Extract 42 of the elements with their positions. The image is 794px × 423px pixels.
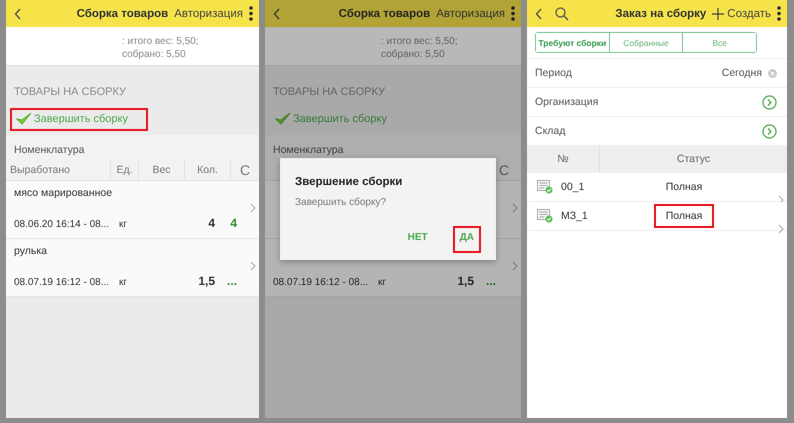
column-header: С: [498, 162, 510, 178]
period-text: 08.07.19 16:12 - 08...: [13, 277, 110, 288]
screen-title: Сборка товаров: [76, 8, 168, 20]
column-header: №: [557, 153, 569, 165]
quantity-text: 4: [207, 216, 215, 230]
summary-text: : итого вес: 5,50;: [122, 35, 200, 48]
summary-text: собрано: 5,50: [122, 48, 187, 61]
summary-text: : итого вес: 5,50;: [381, 35, 458, 48]
dialog-message: Завершить сборку?: [295, 197, 388, 208]
summary-text: собрано: 5,50: [381, 48, 446, 61]
filter-label: Организация: [535, 96, 598, 108]
order-status: Полная: [664, 180, 704, 195]
section-title: ТОВАРЫ НА СБОРКУ: [272, 85, 386, 100]
column-header: Номенклатура: [265, 135, 521, 159]
order-status: Полная: [654, 204, 714, 228]
quantity-text: 1,5: [197, 274, 215, 288]
column-header: Кол.: [197, 164, 218, 176]
column-header: Ед.: [116, 164, 133, 176]
product-name: рулька: [13, 245, 48, 257]
order-number: МЗ_1: [560, 210, 589, 222]
unit-text: кг: [378, 277, 388, 288]
collected-text: ...: [226, 274, 237, 288]
section-title: ТОВАРЫ НА СБОРКУ: [13, 85, 128, 100]
product-name: мясо марированное: [13, 187, 114, 199]
quantity-text: 1,5: [456, 274, 474, 288]
collected-text: 4: [229, 216, 237, 230]
unit-text: кг: [119, 277, 128, 288]
order-number: 00_1: [560, 181, 586, 193]
period-text: 08.07.19 16:12 - 08...: [272, 277, 370, 288]
period-text: 08.06.20 16:14 - 08...: [13, 219, 110, 230]
filter-label: Склад: [535, 125, 566, 137]
column-header: Номенклатура: [6, 135, 259, 159]
column-header: Статус: [676, 153, 710, 165]
column-header: С: [240, 162, 250, 178]
dialog-title: Звершение сборки: [295, 176, 404, 188]
collected-text: ...: [484, 274, 496, 288]
unit-text: кг: [119, 219, 128, 230]
column-header: Выработано: [10, 164, 70, 176]
screen-title: Заказ на сборку: [615, 8, 706, 20]
screen-title: Сборка товаров: [338, 8, 430, 20]
column-header: Вес: [152, 164, 171, 176]
filter-label: Период: [535, 67, 572, 79]
